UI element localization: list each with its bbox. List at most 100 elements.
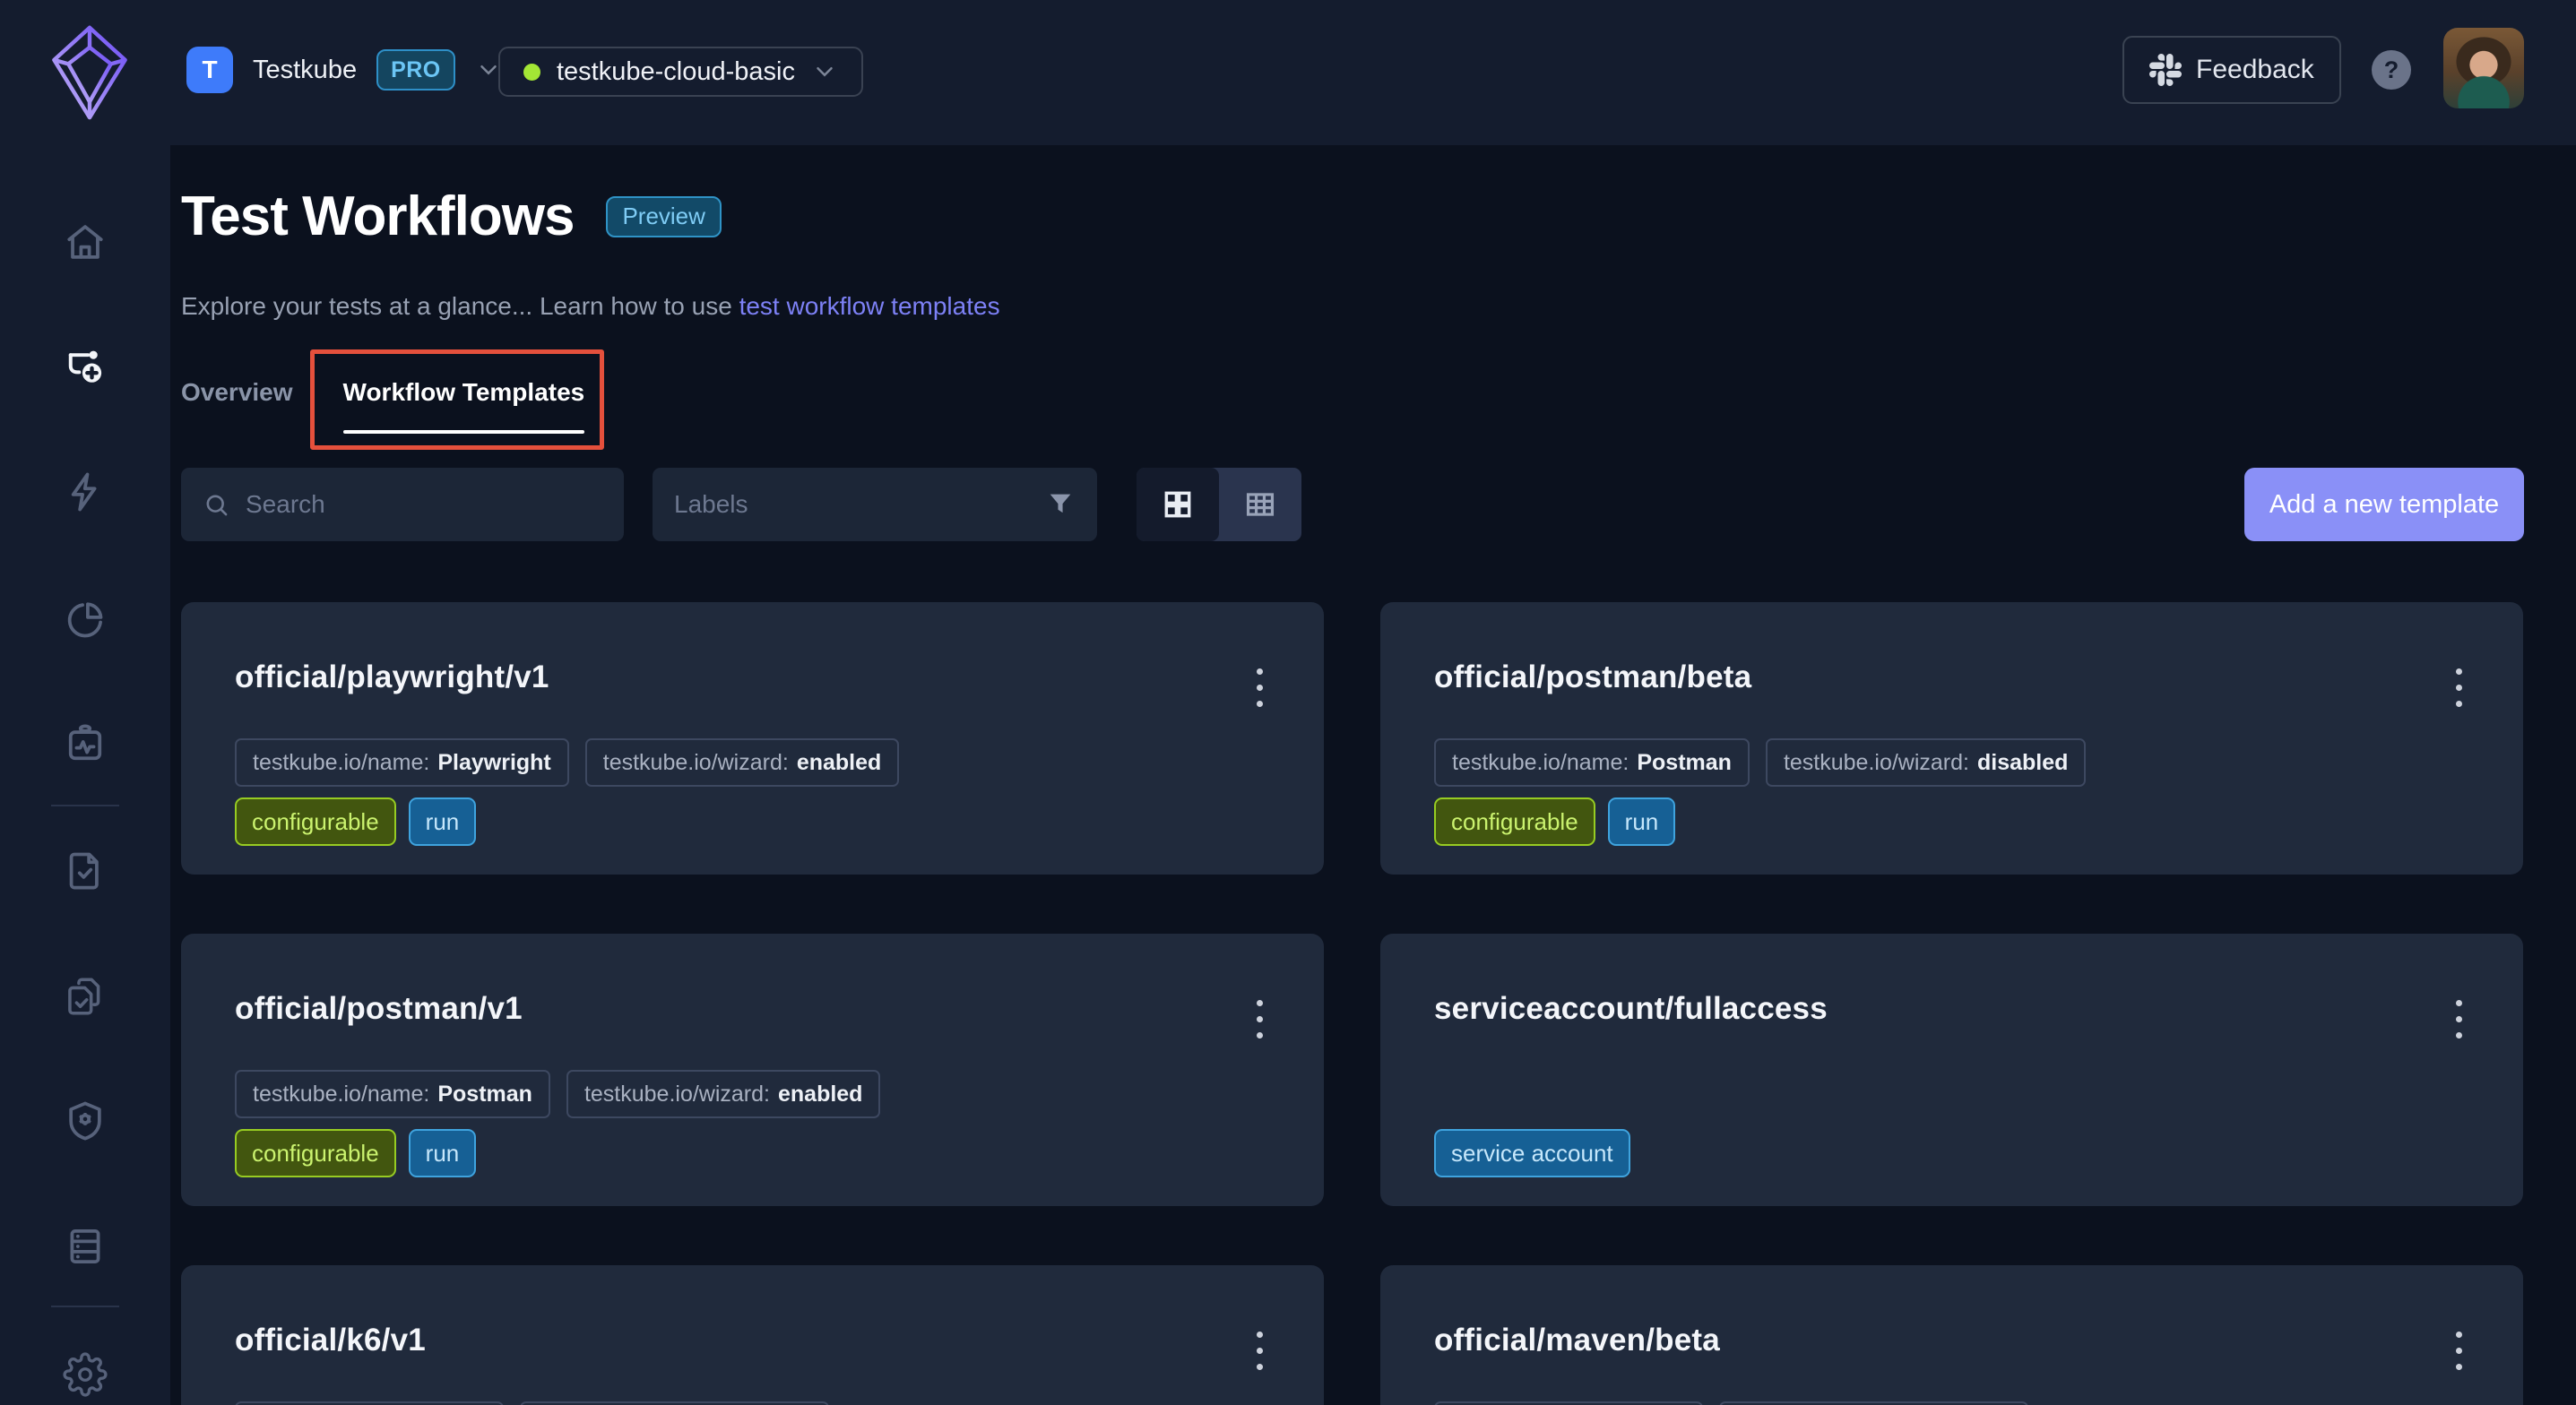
kebab-dot bbox=[2455, 1015, 2462, 1022]
chevron-down-icon bbox=[817, 67, 833, 77]
preview-badge: Preview bbox=[606, 195, 722, 237]
sources-icon bbox=[70, 1229, 100, 1263]
label-key: testkube.io/name: bbox=[253, 1081, 430, 1107]
page-title: Test Workflows bbox=[181, 185, 575, 247]
org-avatar: T bbox=[186, 47, 233, 93]
executors-icon bbox=[69, 1101, 101, 1141]
tab-workflow-templates[interactable]: Workflow Templates bbox=[342, 371, 584, 434]
table-view-button[interactable] bbox=[1219, 468, 1301, 541]
template-card[interactable]: official/playwright/v1 testkube.io/name: P… bbox=[181, 602, 1324, 875]
card-title: official/postman/v1 bbox=[235, 991, 523, 1026]
grid-view-icon bbox=[1164, 491, 1191, 518]
sidebar-item-home[interactable] bbox=[63, 220, 108, 265]
test-suites-icon bbox=[68, 978, 100, 1015]
page-subtitle: Explore your tests at a glance... Learn … bbox=[181, 292, 1000, 321]
tab-overview[interactable]: Overview bbox=[181, 371, 293, 434]
user-avatar[interactable] bbox=[2443, 28, 2524, 108]
kebab-dot bbox=[1256, 700, 1263, 707]
card-menu-button[interactable] bbox=[2439, 987, 2478, 1050]
kebab-dot bbox=[1256, 684, 1263, 691]
template-card[interactable]: serviceaccount/fullaccess service account bbox=[1380, 934, 2523, 1206]
card-menu-button[interactable] bbox=[1240, 656, 1279, 719]
sidebar-item-test-workflows[interactable] bbox=[63, 347, 108, 392]
label-value: Postman bbox=[1637, 749, 1732, 775]
template-card[interactable]: official/maven/beta bbox=[1380, 1265, 2523, 1405]
badge-configurable: configurable bbox=[235, 1129, 396, 1177]
template-card[interactable]: official/k6/v1 bbox=[181, 1265, 1324, 1405]
sidebar-item-tests[interactable] bbox=[63, 848, 108, 892]
sidebar-item-sources[interactable] bbox=[63, 1224, 108, 1269]
label-key: testkube.io/wizard: bbox=[602, 749, 789, 775]
badge-service-account: service account bbox=[1434, 1129, 1630, 1177]
add-template-button[interactable]: Add a new template bbox=[2244, 468, 2524, 541]
label-value: Postman bbox=[437, 1081, 532, 1107]
label-key: testkube.io/name: bbox=[1452, 749, 1629, 775]
label-chip-row bbox=[1434, 1401, 2028, 1405]
sidebar-item-settings[interactable] bbox=[63, 1352, 108, 1397]
org-switcher[interactable]: T Testkube PRO bbox=[186, 45, 502, 95]
feedback-label: Feedback bbox=[2196, 55, 2314, 84]
search-box bbox=[181, 468, 624, 541]
badge-run: run bbox=[408, 797, 477, 846]
help-button[interactable]: ? bbox=[2372, 50, 2411, 90]
label-chip-row: testkube.io/name: Playwright testkube.io/w… bbox=[235, 738, 900, 787]
kebab-dot bbox=[1256, 1363, 1263, 1370]
tests-icon bbox=[69, 852, 99, 890]
kebab-dot bbox=[2455, 1347, 2462, 1354]
sidebar bbox=[0, 145, 170, 1405]
card-menu-button[interactable] bbox=[1240, 987, 1279, 1050]
label-chip: testkube.io/wizard: enabled bbox=[584, 738, 900, 787]
template-card[interactable]: official/postman/v1 testkube.io/name: Post… bbox=[181, 934, 1324, 1206]
label-chip: testkube.io/wizard: enabled bbox=[566, 1070, 881, 1118]
subtitle-text: Explore your tests at a glance... Learn … bbox=[181, 292, 739, 320]
kebab-dot bbox=[2455, 700, 2462, 707]
label-chip bbox=[1434, 1401, 1703, 1405]
environment-selector[interactable]: testkube-cloud-basic bbox=[498, 47, 863, 97]
toolbar: Labels Add a new template bbox=[0, 468, 2576, 541]
kebab-dot bbox=[2455, 999, 2462, 1006]
label-chip-row: testkube.io/name: Postman testkube.io/wiza… bbox=[235, 1070, 881, 1118]
labels-filter-select[interactable]: Labels bbox=[653, 468, 1097, 541]
badge-row: service account bbox=[1434, 1129, 1630, 1177]
app: T Testkube PRO testkube-cloud-basic Feed… bbox=[0, 0, 2576, 1405]
kebab-dot bbox=[1256, 1347, 1263, 1354]
page-header: Test Workflows Preview bbox=[181, 185, 722, 248]
badge-row: configurable run bbox=[235, 797, 477, 846]
badge-row: configurable run bbox=[235, 1129, 477, 1177]
badge-row: configurable run bbox=[1434, 797, 1676, 846]
testkube-logo-icon bbox=[52, 25, 127, 120]
sidebar-item-insights[interactable] bbox=[63, 598, 108, 642]
label-key: testkube.io/wizard: bbox=[1783, 749, 1969, 775]
card-menu-button[interactable] bbox=[2439, 1319, 2478, 1382]
template-card[interactable]: official/postman/beta testkube.io/name: Po… bbox=[1380, 602, 2523, 875]
label-chip: testkube.io/name: Playwright bbox=[235, 738, 569, 787]
kebab-dot bbox=[1256, 1331, 1263, 1338]
subtitle-link[interactable]: test workflow templates bbox=[739, 292, 1000, 320]
env-name: testkube-cloud-basic bbox=[557, 56, 795, 86]
grid-view-button[interactable] bbox=[1137, 468, 1219, 541]
kebab-dot bbox=[2455, 668, 2462, 675]
sidebar-item-test-suites[interactable] bbox=[63, 974, 108, 1019]
card-menu-button[interactable] bbox=[1240, 1319, 1279, 1382]
feedback-button[interactable]: Feedback bbox=[2122, 36, 2341, 104]
label-chip bbox=[520, 1401, 829, 1405]
insights-icon bbox=[67, 602, 103, 638]
label-chip bbox=[235, 1401, 504, 1405]
labels-placeholder: Labels bbox=[674, 490, 748, 518]
top-header: T Testkube PRO testkube-cloud-basic Feed… bbox=[0, 0, 2576, 145]
card-title: official/postman/beta bbox=[1434, 659, 1752, 694]
badge-run: run bbox=[408, 1129, 477, 1177]
kebab-dot bbox=[2455, 1331, 2462, 1338]
sidebar-item-monitoring[interactable] bbox=[63, 721, 108, 766]
org-name: Testkube bbox=[253, 55, 358, 84]
sidebar-divider bbox=[51, 1306, 119, 1307]
filter-funnel-icon bbox=[1050, 494, 1071, 513]
card-menu-button[interactable] bbox=[2439, 656, 2478, 719]
sidebar-item-executors[interactable] bbox=[63, 1099, 108, 1143]
kebab-dot bbox=[2455, 1031, 2462, 1039]
kebab-dot bbox=[1256, 1015, 1263, 1022]
card-title: serviceaccount/fullaccess bbox=[1434, 991, 1828, 1026]
test-workflows-icon bbox=[68, 350, 102, 383]
search-input[interactable] bbox=[181, 468, 624, 541]
label-key: testkube.io/name: bbox=[253, 749, 430, 775]
